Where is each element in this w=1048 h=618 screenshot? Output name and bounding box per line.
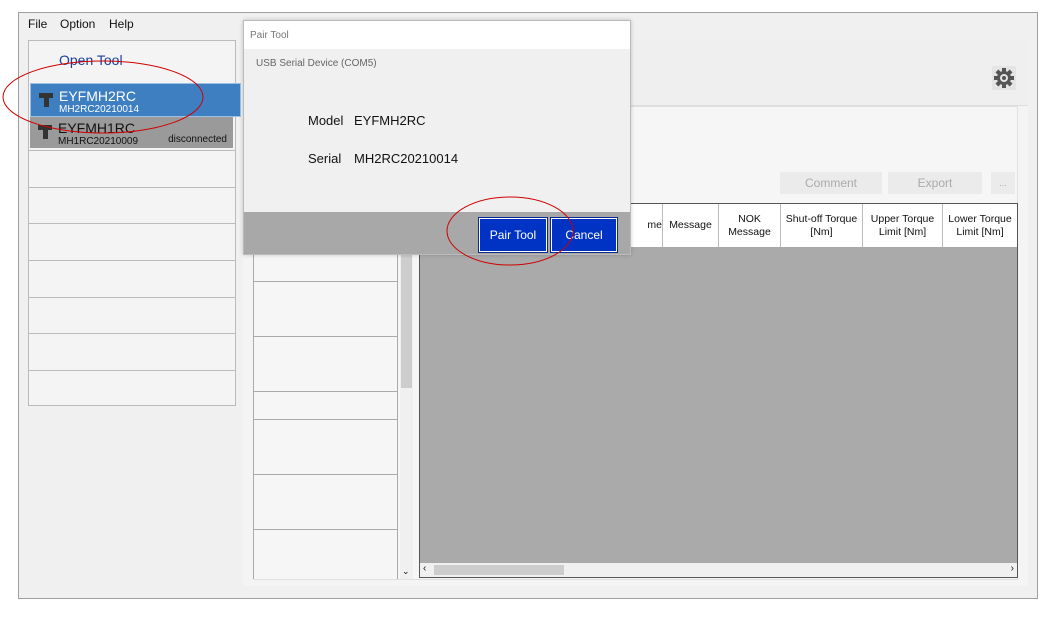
annotation-ellipse — [446, 196, 574, 266]
annotation-overlay — [2, 60, 574, 266]
annotation-ellipse — [2, 60, 204, 134]
